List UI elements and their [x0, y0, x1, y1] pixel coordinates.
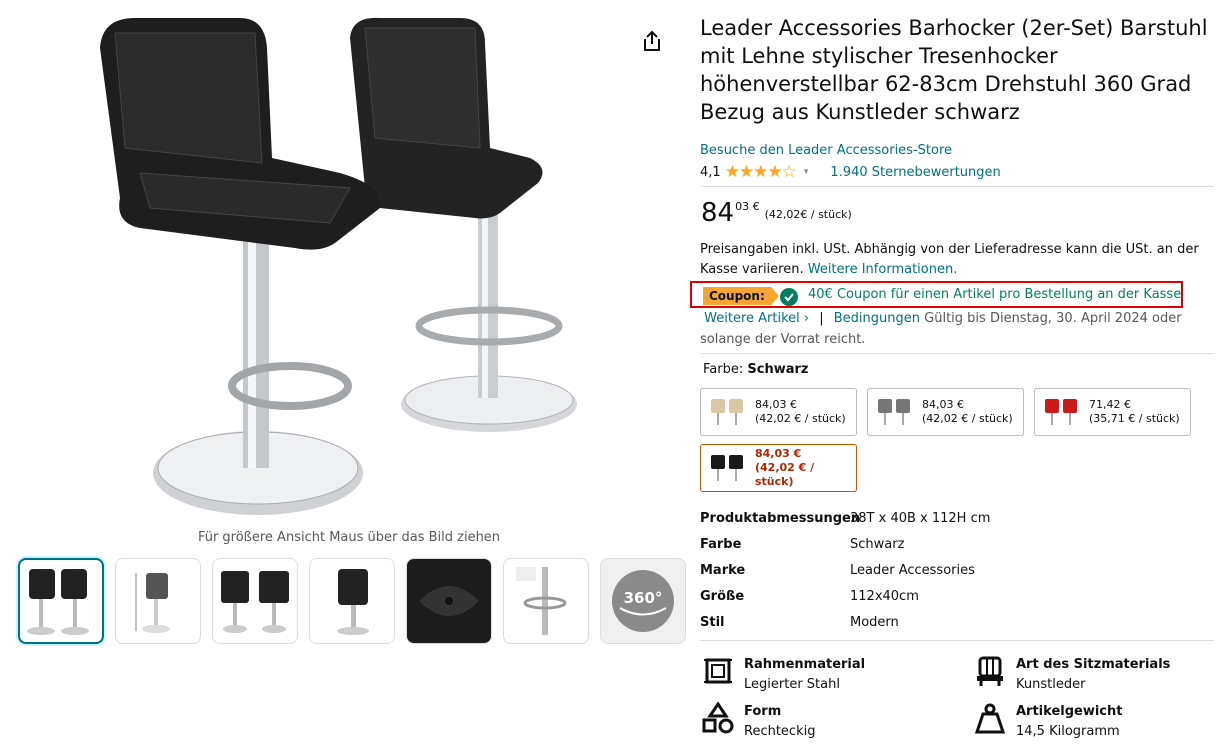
- thumbnail-5[interactable]: [406, 558, 492, 644]
- price: 84 03 € (42,02€ / stück): [701, 197, 852, 229]
- conditions-link[interactable]: Bedingungen: [834, 311, 920, 326]
- swatch-image: [711, 399, 743, 425]
- feature-key: Artikelgewicht: [1016, 704, 1123, 719]
- thumbnail-image: [221, 571, 289, 633]
- store-link[interactable]: Besuche den Leader Accessories-Store: [700, 143, 952, 158]
- share-icon[interactable]: [642, 30, 662, 52]
- spec-row: Größe 112x40cm: [700, 583, 990, 609]
- coupon-text[interactable]: 40€ Coupon für einen Artikel pro Bestell…: [808, 287, 1181, 302]
- spec-key: Farbe: [700, 536, 742, 552]
- color-option-black[interactable]: 84,03 € (42,02 € / stück): [700, 444, 857, 492]
- thumbnail-image: [337, 569, 369, 635]
- spec-row: Farbe Schwarz: [700, 531, 990, 557]
- seat-material-icon: [977, 656, 1003, 686]
- thumbnail-image: [413, 565, 485, 637]
- feature-key: Rahmenmaterial: [744, 657, 866, 672]
- color-label-text: Farbe:: [703, 362, 744, 377]
- feature-value: Legierter Stahl: [744, 677, 840, 692]
- color-option-red[interactable]: 71,42 € (35,71 € / stück): [1034, 388, 1191, 436]
- rating-row: 4,1 ★★★★☆ ▾ 1.940 Sternebewertungen: [700, 162, 1001, 182]
- thumbnail-image: [135, 573, 170, 633]
- color-label: Farbe: Schwarz: [703, 362, 808, 377]
- price-fraction: 03 €: [735, 200, 760, 213]
- tax-info: Preisangaben inkl. USt. Abhängig von der…: [700, 240, 1200, 280]
- divider: [700, 353, 1214, 354]
- tax-info-link[interactable]: Weitere Informationen.: [808, 262, 958, 277]
- swatch-image: [711, 455, 743, 481]
- swatch-image: [1045, 399, 1077, 425]
- feature-key: Art des Sitzmaterials: [1016, 657, 1171, 672]
- spec-value: 38T x 40B x 112H cm: [850, 510, 991, 526]
- swatch-price: 84,03 €: [922, 398, 964, 411]
- swatch-unit-price: (35,71 € / stück): [1089, 412, 1180, 425]
- divider: [700, 186, 1214, 187]
- thumbnail-4[interactable]: [309, 558, 395, 644]
- thumbnail-image: [27, 569, 89, 635]
- spec-table: Produktabmessungen 38T x 40B x 112H cm Fa…: [700, 505, 990, 635]
- swatch-price: 84,03 €: [755, 398, 797, 411]
- feature-value: Rechteckig: [744, 724, 816, 739]
- feature-weight: Artikelgewicht 14,5 Kilogramm: [974, 702, 1122, 742]
- spec-row: Stil Modern: [700, 609, 990, 635]
- ratings-count-link[interactable]: 1.940 Sternebewertungen: [830, 165, 1000, 180]
- weight-icon: [974, 703, 1006, 734]
- feature-seat-material: Art des Sitzmaterials Kunstleder: [974, 655, 1170, 695]
- spec-key: Größe: [700, 588, 745, 604]
- frame-icon: [704, 658, 732, 684]
- price-whole: 84: [701, 198, 735, 228]
- spec-key: Marke: [700, 562, 746, 578]
- thumbnail-6[interactable]: [503, 558, 589, 644]
- thumbnail-1[interactable]: [18, 558, 104, 644]
- coupon-links: Weitere Artikel › | Bedingungen Gültig b…: [700, 308, 1200, 350]
- color-option-beige[interactable]: 84,03 € (42,02 € / stück): [700, 388, 857, 436]
- main-product-image[interactable]: [80, 8, 610, 524]
- swatch-unit-price: (42,02 € / stück): [755, 412, 846, 425]
- product-title: Leader Accessories Barhocker (2er-Set) B…: [700, 16, 1208, 124]
- check-icon[interactable]: [780, 288, 798, 306]
- swatch-unit-price: (42,02 € / stück): [755, 461, 815, 488]
- zoom-hint: Für größere Ansicht Maus über das Bild z…: [197, 530, 501, 545]
- spec-value: 112x40cm: [850, 588, 919, 604]
- price-per-unit: (42,02€ / stück): [764, 208, 852, 221]
- spec-value: Schwarz: [850, 536, 905, 552]
- rating-value: 4,1: [700, 164, 721, 180]
- more-items-link[interactable]: Weitere Artikel ›: [704, 311, 809, 326]
- swatch-unit-price: (42,02 € / stück): [922, 412, 1013, 425]
- thumbnail-2[interactable]: [115, 558, 201, 644]
- thumbnail-360-view[interactable]: 360°: [600, 558, 686, 644]
- feature-key: Form: [744, 704, 782, 719]
- spec-key: Produktabmessungen: [700, 510, 861, 526]
- feature-value: 14,5 Kilogramm: [1016, 724, 1120, 739]
- 360-label: 360°: [623, 589, 663, 607]
- spec-value: Leader Accessories: [850, 562, 975, 578]
- shapes-icon: [702, 702, 734, 734]
- swatch-image: [878, 399, 910, 425]
- coupon-tag: Coupon:: [703, 287, 779, 305]
- thumbnail-3[interactable]: [212, 558, 298, 644]
- feature-value: Kunstleder: [1016, 677, 1086, 692]
- spec-value: Modern: [850, 614, 899, 630]
- star-rating-icon[interactable]: ★★★★☆: [725, 162, 797, 182]
- swatch-price: 84,03 €: [755, 447, 802, 460]
- feature-frame-material: Rahmenmaterial Legierter Stahl: [702, 655, 865, 695]
- swatch-price: 71,42 €: [1089, 398, 1131, 411]
- feature-shape: Form Rechteckig: [702, 702, 815, 742]
- spec-row: Produktabmessungen 38T x 40B x 112H cm: [700, 505, 990, 531]
- separator: |: [819, 311, 824, 326]
- color-option-grey[interactable]: 84,03 € (42,02 € / stück): [867, 388, 1024, 436]
- chevron-down-icon[interactable]: ▾: [804, 167, 809, 177]
- thumbnail-strip: 360°: [18, 558, 686, 644]
- selected-color: Schwarz: [747, 362, 809, 377]
- spec-key: Stil: [700, 614, 725, 630]
- spec-row: Marke Leader Accessories: [700, 557, 990, 583]
- divider: [700, 640, 1214, 641]
- thumbnail-image: [516, 567, 567, 635]
